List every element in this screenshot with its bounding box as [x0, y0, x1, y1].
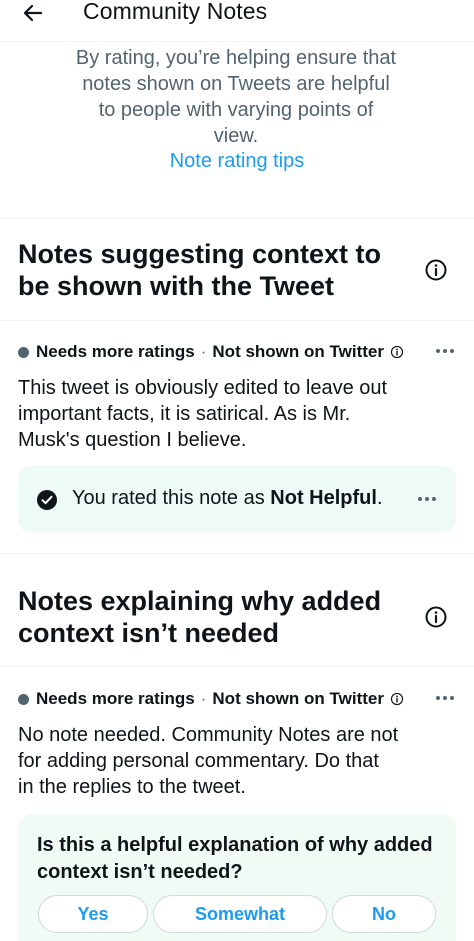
- meta-separator: ·: [200, 342, 207, 361]
- rating-question-card: Is this a helpful explanation of why add…: [18, 814, 456, 941]
- section-title-suggesting-context: Notes suggesting context to be shown wit…: [18, 238, 408, 302]
- divider: [0, 553, 474, 554]
- more-options-icon[interactable]: [434, 347, 456, 355]
- rating-question: Is this a helpful explanation of why add…: [37, 832, 447, 886]
- divider: [0, 218, 474, 219]
- divider: [0, 320, 474, 321]
- top-bar: Community Notes: [0, 0, 474, 42]
- section-title-context-not-needed: Notes explaining why added context isn’t…: [18, 585, 408, 649]
- rated-suffix: .: [376, 487, 383, 509]
- divider: [0, 666, 474, 667]
- note-meta: Needs more ratings · Not shown on Twitte…: [18, 342, 404, 362]
- more-options-icon[interactable]: [434, 694, 456, 702]
- status-dot: [18, 693, 29, 705]
- note-text-line: No note needed. Community Notes are not: [18, 724, 399, 746]
- check-circle-icon: [37, 490, 57, 510]
- section-title-line: be shown with the Tweet: [18, 271, 335, 301]
- intro-text: By rating, you’re helping ensure that no…: [40, 45, 432, 149]
- note-text-line: in the replies to the tweet.: [18, 776, 246, 798]
- intro-line: to people with varying points of: [98, 99, 374, 121]
- section-title-line: Notes explaining why added: [18, 586, 382, 616]
- intro-line: By rating, you’re helping ensure that: [75, 47, 397, 69]
- page-title: Community Notes: [83, 0, 268, 24]
- note-text: No note needed. Community Notes are not …: [18, 722, 438, 800]
- section-title-line: Notes suggesting context to: [18, 239, 382, 269]
- note-rating-tips-link[interactable]: Note rating tips: [0, 150, 474, 173]
- info-icon[interactable]: [390, 345, 404, 359]
- rate-somewhat-button[interactable]: Somewhat: [153, 895, 327, 933]
- info-icon[interactable]: [424, 258, 448, 282]
- rated-prefix: You rated this note as: [72, 487, 271, 509]
- intro-line: notes shown on Tweets are helpful: [82, 73, 390, 95]
- note-text-line: important facts, it is satirical. As is …: [18, 403, 351, 425]
- rating-question-line: Is this a helpful explanation of why add…: [37, 834, 433, 856]
- rated-value: Not Helpful: [270, 487, 377, 509]
- rate-no-button[interactable]: No: [332, 895, 436, 933]
- rating-question-line: context isn’t needed?: [37, 861, 243, 883]
- arrow-left-icon: [23, 4, 43, 22]
- back-button[interactable]: [18, 0, 48, 26]
- section-title-line: context isn’t needed: [18, 618, 280, 648]
- note-visibility: Not shown on Twitter: [212, 689, 384, 708]
- tips-label: Note rating tips: [169, 150, 305, 172]
- rated-text: You rated this note as Not Helpful.: [72, 487, 383, 510]
- note-text-line: for adding personal commentary. Do that: [18, 750, 379, 772]
- note-text-line: Musk's question I believe.: [18, 429, 247, 451]
- meta-separator: ·: [200, 689, 207, 708]
- note-status: Needs more ratings: [36, 689, 195, 708]
- note-status: Needs more ratings: [36, 342, 195, 361]
- note-visibility: Not shown on Twitter: [212, 342, 384, 361]
- status-dot: [18, 346, 29, 358]
- note-text: This tweet is obviously edited to leave …: [18, 375, 438, 453]
- note-text-line: This tweet is obviously edited to leave …: [18, 377, 388, 399]
- more-options-icon[interactable]: [416, 495, 438, 503]
- note-meta: Needs more ratings · Not shown on Twitte…: [18, 689, 404, 709]
- intro-line: view.: [213, 125, 259, 147]
- info-icon[interactable]: [390, 692, 404, 706]
- rate-yes-button[interactable]: Yes: [38, 895, 148, 933]
- info-icon[interactable]: [424, 605, 448, 629]
- rated-note-banner: You rated this note as Not Helpful.: [18, 466, 456, 532]
